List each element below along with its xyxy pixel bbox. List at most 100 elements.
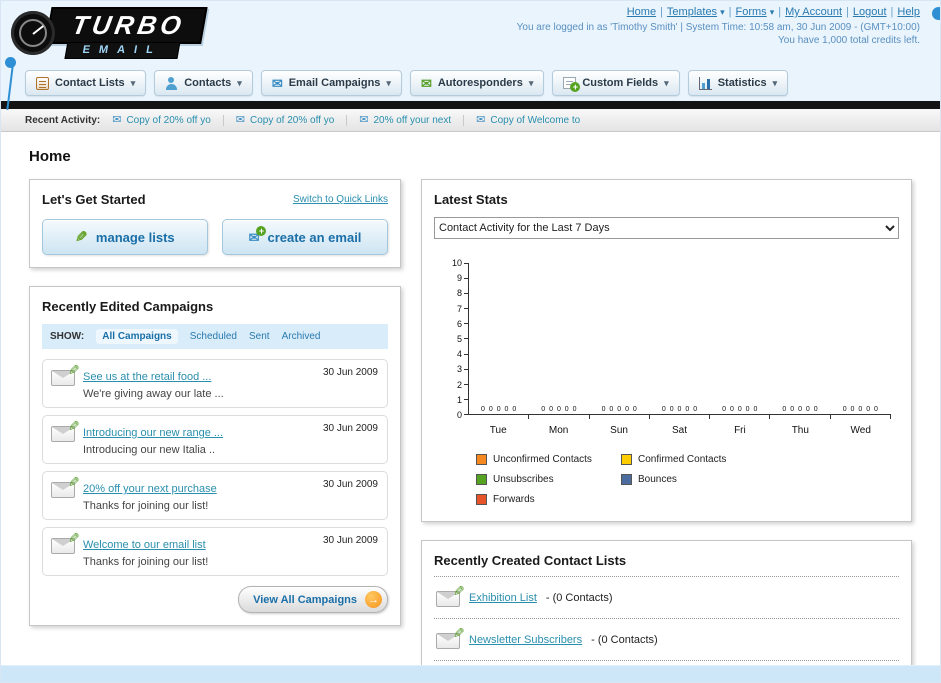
- chart-value-labels: 0 0 0 0 0: [541, 406, 578, 413]
- tab-contact-lists[interactable]: Contact Lists ▾: [25, 70, 147, 96]
- campaign-date: 30 Jun 2009: [322, 367, 378, 378]
- main-content: Home Let's Get Started Switch to Quick L…: [1, 132, 940, 682]
- chart-category-group: 0 0 0 0 0: [831, 263, 892, 419]
- campaign-title-link[interactable]: Welcome to our email list: [83, 539, 206, 551]
- x-axis-label: Tue: [489, 425, 507, 436]
- recent-activity-item[interactable]: ✉ Copy of 20% off yo: [112, 114, 224, 126]
- campaign-title-link[interactable]: See us at the retail food ...: [83, 371, 211, 383]
- recent-activity-link[interactable]: 20% off your next: [374, 115, 452, 126]
- tab-statistics[interactable]: Statistics ▾: [687, 70, 789, 96]
- legend-item: Unconfirmed Contacts: [476, 454, 621, 465]
- legend-swatch: [476, 454, 487, 465]
- contact-list-row[interactable]: ✎ Exhibition List - (0 Contacts): [434, 577, 899, 619]
- campaign-title-link[interactable]: Introducing our new range ...: [83, 427, 223, 439]
- stats-period-select[interactable]: Contact Activity for the Last 7 Days: [434, 217, 899, 239]
- y-axis-tick: 9: [442, 274, 468, 283]
- main-nav: Contact Lists ▾ Contacts ▾ ✉ Email Campa…: [1, 63, 940, 101]
- legend-item: Confirmed Contacts: [621, 454, 766, 465]
- chart-value-labels: 0 0 0 0 0: [842, 406, 879, 413]
- contact-list-link[interactable]: Exhibition List: [469, 592, 537, 604]
- legend-swatch: [621, 454, 632, 465]
- legend-swatch: [476, 474, 487, 485]
- tab-label: Custom Fields: [582, 77, 659, 89]
- recent-activity-link[interactable]: Copy of Welcome to: [490, 115, 580, 126]
- x-axis-label: Mon: [548, 425, 569, 436]
- top-header: TURBO EMAIL Home | Templates ▾ | Forms ▾ | My …: [1, 1, 940, 63]
- filter-archived[interactable]: Archived: [282, 331, 321, 342]
- app-window: TURBO EMAIL Home | Templates ▾ | Forms ▾ | My …: [0, 0, 941, 683]
- filter-sent[interactable]: Sent: [249, 331, 270, 342]
- recent-activity-link[interactable]: Copy of 20% off yo: [250, 115, 334, 126]
- x-axis-label: Sat: [671, 425, 687, 436]
- edit-campaign-icon: ✎: [51, 474, 80, 498]
- login-info: You are logged in as 'Timothy Smith' | S…: [516, 22, 920, 33]
- filter-all-campaigns[interactable]: All Campaigns: [96, 329, 178, 344]
- campaign-row[interactable]: ✎ 20% off your next purchase Thanks for …: [42, 471, 388, 520]
- campaign-row[interactable]: ✎ Welcome to our email list Thanks for j…: [42, 527, 388, 576]
- link-templates[interactable]: Templates: [667, 6, 717, 18]
- campaign-row[interactable]: ✎ See us at the retail food ... We're gi…: [42, 359, 388, 408]
- link-forms[interactable]: Forms: [736, 6, 767, 18]
- chart-value-labels: 0 0 0 0 0: [601, 406, 638, 413]
- chart-category-group: 0 0 0 0 0: [650, 263, 711, 419]
- legend-item: Forwards: [476, 494, 621, 505]
- recent-activity-item[interactable]: ✉ Copy of 20% off yo: [236, 114, 348, 126]
- chart-value-labels: 0 0 0 0 0: [782, 406, 819, 413]
- recent-activity-item[interactable]: ✉ 20% off your next: [359, 113, 465, 126]
- page-title: Home: [29, 148, 71, 165]
- chevron-down-icon: ▾: [664, 77, 669, 88]
- campaign-subtitle: Thanks for joining our list!: [83, 556, 209, 568]
- decorative-dot: [5, 57, 16, 68]
- chart-plot-area: 0 0 0 0 0 0 0 0 0 0 0 0 0 0 0 0 0 0 0 0 0 0 …: [468, 263, 892, 419]
- create-email-label: create an email: [267, 229, 362, 245]
- link-my-account[interactable]: My Account: [785, 6, 842, 18]
- y-axis-tick: 4: [442, 350, 468, 359]
- contact-activity-chart: 10 9 8 7 6 5 4 3 2 1 0 0 0 0 0 00 0 0 0 00 0 0 0 0…: [434, 259, 899, 505]
- x-axis-label: Thu: [791, 425, 809, 436]
- recent-activity-link[interactable]: Copy of 20% off yo: [126, 115, 210, 126]
- envelope-icon: ✉: [476, 113, 486, 126]
- y-axis-tick: 2: [442, 380, 468, 389]
- link-separator: |: [728, 6, 732, 18]
- x-axis-label: Fri: [734, 425, 746, 436]
- get-started-panel: Let's Get Started Switch to Quick Links …: [29, 179, 401, 268]
- chart-value-labels: 0 0 0 0 0: [661, 406, 699, 413]
- tab-contacts[interactable]: Contacts ▾: [154, 70, 253, 96]
- link-separator: |: [660, 6, 663, 18]
- link-home[interactable]: Home: [627, 6, 656, 18]
- create-email-button[interactable]: ✉ + create an email: [222, 219, 388, 255]
- recent-activity-label: Recent Activity:: [25, 114, 101, 126]
- legend-item: Unsubscribes: [476, 474, 621, 485]
- edit-list-icon: ✎: [436, 625, 465, 649]
- view-all-campaigns-button[interactable]: View All Campaigns →: [238, 586, 388, 613]
- link-logout[interactable]: Logout: [853, 6, 887, 18]
- chevron-down-icon: ▾: [130, 77, 136, 88]
- y-axis-tick: 1: [442, 395, 468, 404]
- nav-underline-bar: [1, 101, 940, 109]
- tab-email-campaigns[interactable]: ✉ Email Campaigns ▾: [260, 70, 402, 96]
- filter-scheduled[interactable]: Scheduled: [190, 331, 237, 342]
- contact-list-link[interactable]: Newsletter Subscribers: [469, 634, 582, 646]
- campaign-row[interactable]: ✎ Introducing our new range ... Introduc…: [42, 415, 388, 464]
- legend-label: Forwards: [493, 494, 535, 505]
- switch-quick-links-link[interactable]: Switch to Quick Links: [293, 194, 388, 205]
- tab-label: Email Campaigns: [288, 77, 381, 89]
- y-axis-tick: 6: [442, 319, 468, 328]
- manage-lists-button[interactable]: ✎ manage lists: [42, 219, 208, 255]
- y-axis-tick: 10: [442, 259, 468, 268]
- legend-item: Bounces: [621, 474, 766, 485]
- recent-activity-item[interactable]: ✉ Copy of Welcome to: [476, 113, 592, 126]
- link-help[interactable]: Help: [897, 6, 920, 18]
- campaign-filter-bar: SHOW: All Campaigns Scheduled Sent Archi…: [42, 324, 388, 349]
- campaigns-title: Recently Edited Campaigns: [42, 299, 214, 314]
- contact-list-row[interactable]: ✎ Newsletter Subscribers - (0 Contacts): [434, 619, 899, 661]
- chevron-down-icon: ▾: [772, 77, 778, 88]
- campaign-date: 30 Jun 2009: [322, 479, 378, 490]
- envelope-icon: ✉: [359, 113, 369, 126]
- link-separator: |: [778, 6, 782, 18]
- tab-custom-fields[interactable]: Custom Fields ▾: [552, 70, 680, 96]
- campaign-title-link[interactable]: 20% off your next purchase: [83, 483, 217, 495]
- edit-list-icon: ✎: [436, 583, 465, 607]
- tab-autoresponders[interactable]: ✉ Autoresponders ▾: [409, 70, 545, 96]
- y-axis-tick: 5: [442, 334, 468, 343]
